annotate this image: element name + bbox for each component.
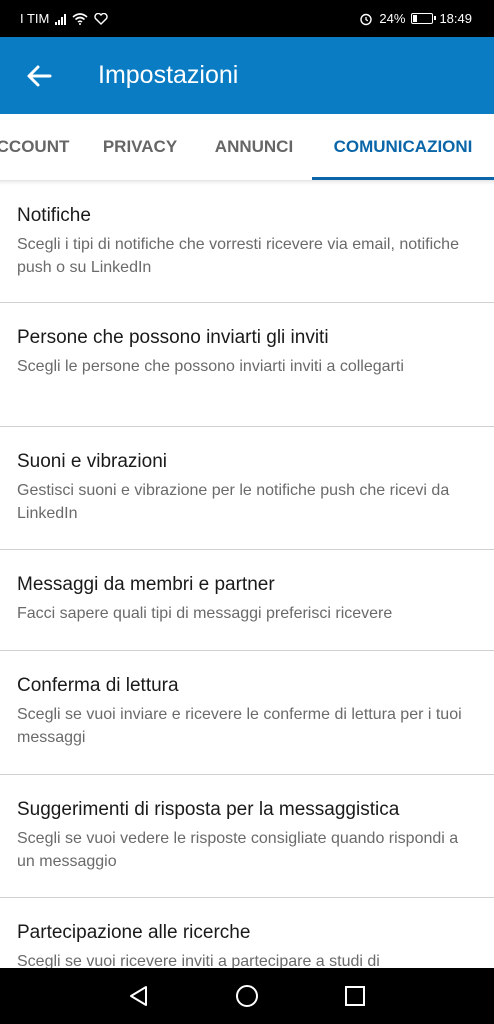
tab-annunci-label: ANNUNCI — [214, 137, 294, 156]
item-title: Partecipazione alle ricerche — [17, 922, 251, 943]
heart-icon — [94, 12, 109, 25]
tab-account[interactable]: CCOUNT — [0, 114, 72, 180]
item-description: Scegli i tipi di notifiche che vorresti … — [17, 236, 459, 276]
arrow-left-icon — [27, 65, 52, 86]
wifi-icon — [72, 12, 88, 25]
alarm-icon — [360, 13, 373, 25]
tab-bar: CCOUNT PRIVACY ANNUNCI COMUNICAZIONI — [0, 114, 494, 181]
battery-fill — [413, 15, 418, 22]
list-item-suggerimenti[interactable]: Suggerimenti di risposta per la messaggi… — [0, 775, 494, 898]
page-title: Impostazioni — [98, 61, 239, 89]
tab-privacy-label: PRIVACY — [102, 137, 178, 156]
signal-icon — [55, 13, 67, 25]
list-item-messaggi[interactable]: Messaggi da membri e partner Facci saper… — [0, 550, 494, 651]
app-bar: Impostazioni — [0, 37, 494, 114]
status-bar: I TIM 24% 18:49 — [0, 0, 494, 37]
settings-list: Notifiche Scegli i tipi di notifiche che… — [0, 181, 494, 968]
list-item-conferma-lettura[interactable]: Conferma di lettura Scegli se vuoi invia… — [0, 651, 494, 775]
item-description: Scegli se vuoi vedere le risposte consig… — [17, 830, 459, 870]
item-title: Suggerimenti di risposta per la messaggi… — [17, 799, 400, 820]
status-left: I TIM — [20, 11, 109, 26]
status-right: 24% 18:49 — [359, 11, 472, 26]
list-item-notifiche[interactable]: Notifiche Scegli i tipi di notifiche che… — [0, 181, 494, 303]
clock: 18:49 — [439, 11, 472, 26]
item-description: Facci sapere quali tipi di messaggi pref… — [17, 605, 393, 622]
item-description: Scegli se vuoi inviare e ricevere le con… — [17, 706, 462, 746]
tab-annunci[interactable]: ANNUNCI — [204, 114, 304, 180]
system-nav-bar — [0, 968, 494, 1024]
nav-home-button[interactable] — [227, 976, 267, 1016]
item-title: Messaggi da membri e partner — [17, 574, 275, 595]
item-description: Scegli le persone che possono inviarti i… — [17, 358, 404, 375]
back-button[interactable] — [0, 37, 78, 114]
list-item-inviti[interactable]: Persone che possono inviarti gli inviti … — [0, 303, 494, 427]
item-title: Conferma di lettura — [17, 675, 179, 696]
item-description: Gestisci suoni e vibrazione per le notif… — [17, 482, 450, 522]
tab-privacy[interactable]: PRIVACY — [93, 114, 187, 180]
item-title: Notifiche — [17, 205, 91, 226]
tab-comunicazioni[interactable]: COMUNICAZIONI — [312, 114, 494, 180]
nav-recents-button[interactable] — [335, 976, 375, 1016]
item-description: Scegli se vuoi ricevere inviti a parteci… — [17, 953, 380, 968]
item-title: Suoni e vibrazioni — [17, 451, 167, 472]
battery-icon — [411, 13, 437, 24]
home-circle-icon — [236, 985, 258, 1007]
list-item-ricerche[interactable]: Partecipazione alle ricerche Scegli se v… — [0, 898, 494, 968]
nav-back-button[interactable] — [119, 976, 159, 1016]
tab-account-label: CCOUNT — [0, 137, 70, 156]
tab-comunicazioni-label: COMUNICAZIONI — [333, 137, 473, 156]
item-title: Persone che possono inviarti gli inviti — [17, 327, 329, 348]
back-triangle-icon — [130, 986, 147, 1006]
recents-square-icon — [345, 986, 365, 1006]
list-item-suoni[interactable]: Suoni e vibrazioni Gestisci suoni e vibr… — [0, 427, 494, 550]
carrier-label: I TIM — [20, 11, 50, 26]
battery-percent: 24% — [379, 11, 406, 26]
